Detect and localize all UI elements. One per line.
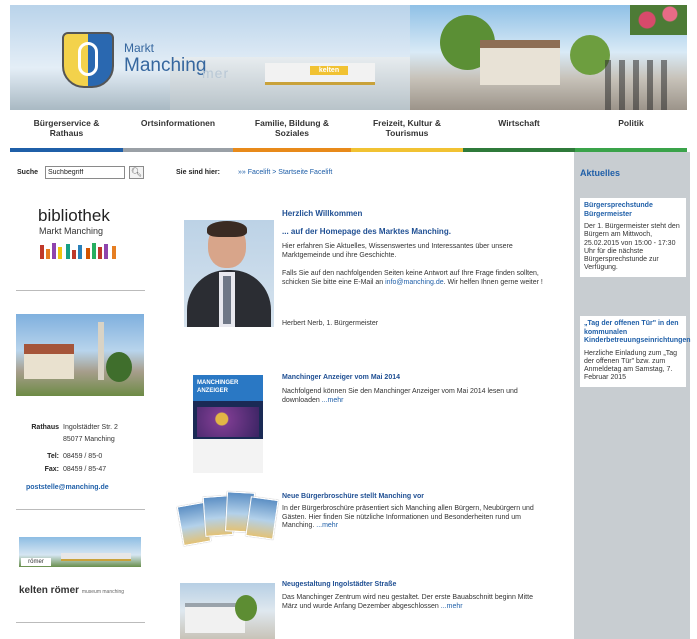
news-more-link[interactable]: ...mehr	[316, 522, 338, 529]
welcome-heading: Herzlich Willkommen	[282, 209, 363, 218]
header-banner: kelten Markt Manching mer	[10, 5, 687, 110]
nav-item-politik[interactable]: Politik	[575, 112, 687, 152]
news-text: Nachfolgend können Sie den Manchinger An…	[282, 388, 518, 404]
rathaus-building	[24, 344, 74, 379]
aktuelles-item-title[interactable]: „Tag der offenen Tür" in den kommunalen …	[584, 320, 691, 346]
nav-label: Soziales	[274, 128, 310, 138]
nav-item-buergerservice[interactable]: Bürgerservice & Rathaus	[10, 112, 123, 152]
crest-symbol	[78, 42, 98, 76]
banner-flowers	[630, 5, 687, 35]
portrait-hair	[207, 221, 247, 237]
nav-label: Rathaus	[49, 128, 84, 138]
anzeiger-cover-title: MANCHINGER ANZEIGER	[197, 380, 239, 394]
fax-value: 08459 / 85-47	[63, 466, 107, 473]
library-subtitle: Markt Manching	[39, 226, 104, 236]
welcome-paragraph-contact: Falls Sie auf den nachfolgenden Seiten k…	[282, 270, 544, 287]
news-more-link[interactable]: ...mehr	[441, 603, 463, 610]
address-city: 85077 Manching	[63, 436, 115, 443]
news-text-strasse: Das Manchinger Zentrum wird neu gestalte…	[282, 594, 544, 611]
mayor-portrait	[184, 220, 274, 327]
news-title-strasse[interactable]: Neugestaltung Ingolstädter Straße	[282, 581, 396, 588]
coat-of-arms-logo[interactable]	[62, 32, 114, 88]
library-title[interactable]: bibliothek	[38, 206, 110, 226]
nav-item-ortsinformationen[interactable]: Ortsinformationen	[123, 112, 233, 152]
sidebar-divider	[16, 509, 145, 510]
news-text-broschuere: In der Bürgerbroschüre präsentiert sich …	[282, 505, 544, 531]
banner-house	[480, 40, 560, 85]
anzeiger-cover-photo	[197, 407, 259, 437]
address-label: Rathaus	[31, 424, 59, 431]
brand-prefix[interactable]: Markt	[124, 41, 154, 55]
news-text: Das Manchinger Zentrum wird neu gestalte…	[282, 594, 533, 610]
kelten-roemer-logo[interactable]: kelten römer museum manching	[19, 585, 124, 596]
strasse-tree	[235, 595, 257, 621]
banner-people	[605, 60, 675, 110]
banner-tree	[570, 35, 610, 75]
banner-tag: kelten	[310, 66, 348, 75]
nav-label: Wirtschaft	[498, 118, 540, 128]
aktuelles-heading: Aktuelles	[580, 168, 621, 178]
page: kelten Markt Manching mer Bürgerservice …	[0, 0, 697, 639]
aktuelles-item: Bürgersprechstunde Bürgermeister Der 1. …	[580, 198, 686, 277]
fax-label: Fax:	[44, 466, 59, 473]
museum-building	[61, 553, 131, 561]
nav-color-bar	[233, 148, 351, 152]
kelten-roemer-subtitle: museum manching	[81, 589, 125, 595]
nav-label: Ortsinformationen	[140, 118, 216, 128]
breadcrumb[interactable]: »» Facelift > Startseite Facelift	[238, 169, 332, 176]
nav-label: Tourismus	[385, 128, 429, 138]
nav-item-familie[interactable]: Familie, Bildung & Soziales	[233, 112, 351, 152]
portrait-tie	[223, 276, 231, 324]
welcome-subheading: ... auf der Homepage des Marktes Manchin…	[282, 227, 451, 236]
search-label: Suche	[17, 169, 39, 176]
banner-building: kelten	[265, 63, 375, 85]
rathaus-tower	[98, 322, 104, 380]
aktuelles-item-text: Herzliche Einladung zum „Tag der offenen…	[584, 349, 677, 382]
kelten-roemer-brand: kelten römer	[19, 585, 80, 596]
news-title-anzeiger[interactable]: Manchinger Anzeiger vom Mai 2014	[282, 374, 400, 381]
news-more-link[interactable]: ...mehr	[322, 397, 344, 404]
library-logo-graphic	[40, 243, 120, 259]
kelten-roemer-photo[interactable]: römer	[19, 537, 141, 567]
welcome-paragraph: Hier erfahren Sie Aktuelles, Wissenswert…	[282, 243, 513, 259]
nav-label: Politik	[618, 118, 644, 128]
sidebar-divider	[16, 290, 145, 291]
rathaus-photo	[16, 314, 144, 396]
search-input[interactable]	[45, 166, 125, 179]
sidebar-divider	[16, 622, 145, 623]
phone-value: 08459 / 85-0	[63, 453, 103, 460]
breadcrumb-label: Sie sind hier:	[176, 169, 220, 176]
main-nav: Bürgerservice & Rathaus Ortsinformatione…	[10, 112, 687, 152]
nav-color-bar	[10, 148, 123, 152]
phone-label: Tel:	[47, 453, 59, 460]
aktuelles-item-text: Der 1. Bürgermeister steht den Bürgern a…	[584, 223, 680, 272]
broschuere-thumbnail[interactable]	[176, 490, 280, 550]
welcome-signature: Herbert Nerb, 1. Bürgermeister	[282, 320, 379, 327]
nav-item-freizeit[interactable]: Freizeit, Kultur & Tourismus	[351, 112, 463, 152]
nav-item-wirtschaft[interactable]: Wirtschaft	[463, 112, 575, 152]
search-button[interactable]: 🔍︎	[129, 166, 144, 179]
nav-label: Bürgerservice &	[33, 118, 100, 128]
nav-color-bar	[351, 148, 463, 152]
brand-name[interactable]: Manching	[124, 55, 206, 77]
anzeiger-thumbnail[interactable]: MANCHINGER ANZEIGER	[193, 375, 263, 473]
contact-email-link[interactable]: poststelle@manching.de	[26, 484, 109, 491]
address-street: Ingolstädter Str. 2	[63, 424, 118, 431]
nav-color-bar	[123, 148, 233, 152]
nav-label: Familie, Bildung &	[254, 118, 330, 128]
brand-watermark: mer	[202, 65, 230, 81]
anzeiger-cover-footer	[193, 439, 263, 473]
rathaus-tree	[106, 352, 132, 382]
aktuelles-item: „Tag der offenen Tür" in den kommunalen …	[580, 316, 691, 387]
nav-color-bar	[463, 148, 575, 152]
aktuelles-item-title[interactable]: Bürgersprechstunde Bürgermeister	[584, 202, 682, 219]
welcome-email-link[interactable]: info@manching.de	[385, 279, 443, 286]
nav-label: Freizeit, Kultur &	[372, 118, 441, 128]
news-text-anzeiger: Nachfolgend können Sie den Manchinger An…	[282, 388, 544, 405]
strasse-thumbnail[interactable]	[180, 583, 275, 639]
news-title-broschuere[interactable]: Neue Bürgerbroschüre stellt Manching vor	[282, 493, 424, 500]
kelten-roemer-sign: römer	[21, 558, 51, 566]
welcome-text: . Wir helfen Ihnen gerne weiter !	[443, 278, 543, 286]
search-icon: 🔍︎	[130, 167, 143, 177]
